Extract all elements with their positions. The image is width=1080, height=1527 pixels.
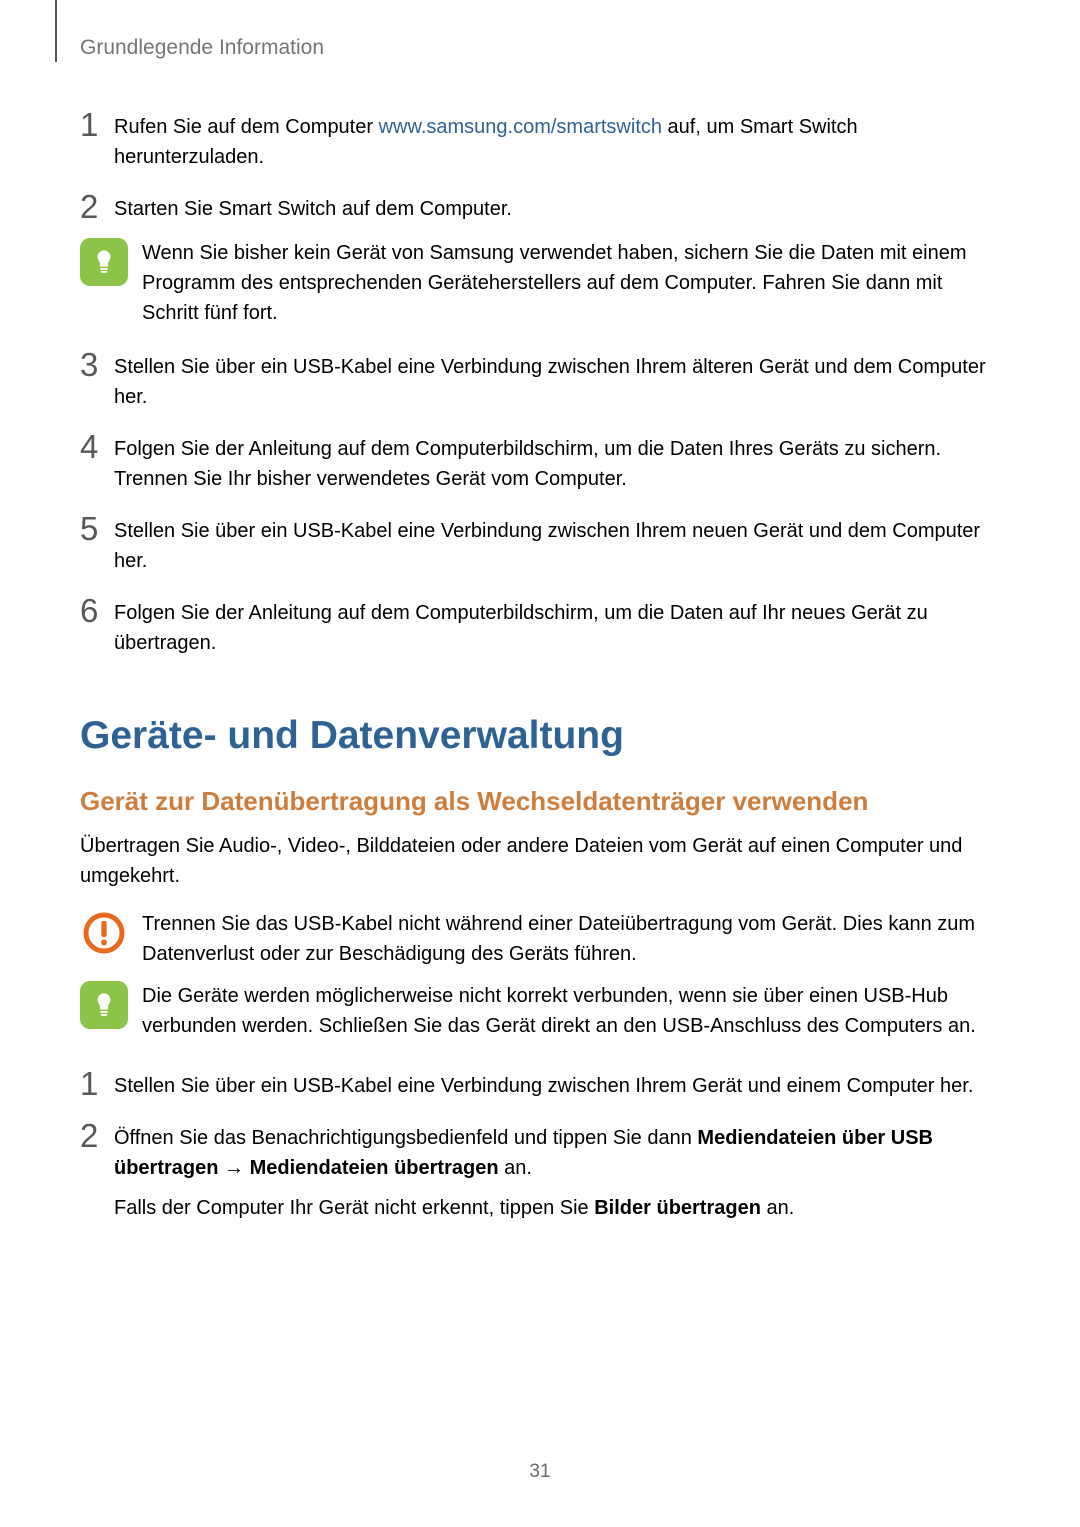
note-icon — [80, 238, 128, 286]
note-text: Die Geräte werden möglicherweise nicht k… — [142, 981, 1000, 1041]
step-row: 3 Stellen Sie über ein USB-Kabel eine Ve… — [80, 352, 1000, 412]
section-heading: Geräte- und Datenverwaltung — [80, 714, 1000, 758]
arrow: → — [218, 1157, 249, 1179]
step-number: 2 — [80, 190, 110, 223]
step-text: Starten Sie Smart Switch auf dem Compute… — [110, 194, 1000, 224]
note-text: Wenn Sie bisher kein Gerät von Samsung v… — [142, 238, 1000, 328]
text: Öffnen Sie das Benachrichtigungsbedienfe… — [114, 1127, 697, 1149]
subsection-heading: Gerät zur Datenübertragung als Wechselda… — [80, 786, 1000, 817]
text: Falls der Computer Ihr Gerät nicht erken… — [114, 1197, 594, 1219]
header-accent-line — [55, 0, 57, 62]
step-number: 5 — [80, 512, 110, 545]
step-text: Stellen Sie über ein USB-Kabel eine Verb… — [110, 516, 1000, 576]
step-row: 1 Stellen Sie über ein USB-Kabel eine Ve… — [80, 1071, 1000, 1101]
note-icon — [80, 981, 128, 1029]
step-number: 6 — [80, 594, 110, 627]
step-number: 2 — [80, 1119, 110, 1152]
step-number: 4 — [80, 430, 110, 463]
bold-text: Bilder übertragen — [594, 1197, 761, 1219]
step-row: 1 Rufen Sie auf dem Computer www.samsung… — [80, 112, 1000, 172]
step-text: Stellen Sie über ein USB-Kabel eine Verb… — [110, 352, 1000, 412]
note-callout: Die Geräte werden möglicherweise nicht k… — [80, 981, 1000, 1041]
step-row: 4 Folgen Sie der Anleitung auf dem Compu… — [80, 434, 1000, 494]
intro-paragraph: Übertragen Sie Audio-, Video-, Bilddatei… — [80, 831, 1000, 891]
text: Rufen Sie auf dem Computer — [114, 116, 379, 138]
smartswitch-link[interactable]: www.samsung.com/smartswitch — [379, 116, 662, 138]
step-row: 2 Starten Sie Smart Switch auf dem Compu… — [80, 194, 1000, 224]
warning-text: Trennen Sie das USB-Kabel nicht während … — [142, 909, 1000, 969]
step-row: 5 Stellen Sie über ein USB-Kabel eine Ve… — [80, 516, 1000, 576]
step-text: Öffnen Sie das Benachrichtigungsbedienfe… — [110, 1123, 1000, 1223]
step-text: Folgen Sie der Anleitung auf dem Compute… — [110, 434, 1000, 494]
warning-icon — [80, 909, 128, 957]
breadcrumb: Grundlegende Information — [80, 36, 324, 60]
step-row: 2 Öffnen Sie das Benachrichtigungsbedien… — [80, 1123, 1000, 1223]
step-row: 6 Folgen Sie der Anleitung auf dem Compu… — [80, 598, 1000, 658]
step-text: Rufen Sie auf dem Computer www.samsung.c… — [110, 112, 1000, 172]
step-text: Stellen Sie über ein USB-Kabel eine Verb… — [110, 1071, 1000, 1101]
bold-text: Mediendateien übertragen — [250, 1157, 499, 1179]
step-number: 3 — [80, 348, 110, 381]
note-callout: Wenn Sie bisher kein Gerät von Samsung v… — [80, 238, 1000, 328]
text: an. — [761, 1197, 794, 1219]
page-number: 31 — [0, 1461, 1080, 1483]
text: an. — [499, 1157, 532, 1179]
step-number: 1 — [80, 108, 110, 141]
step-number: 1 — [80, 1067, 110, 1100]
warning-callout: Trennen Sie das USB-Kabel nicht während … — [80, 909, 1000, 969]
step-text: Folgen Sie der Anleitung auf dem Compute… — [110, 598, 1000, 658]
